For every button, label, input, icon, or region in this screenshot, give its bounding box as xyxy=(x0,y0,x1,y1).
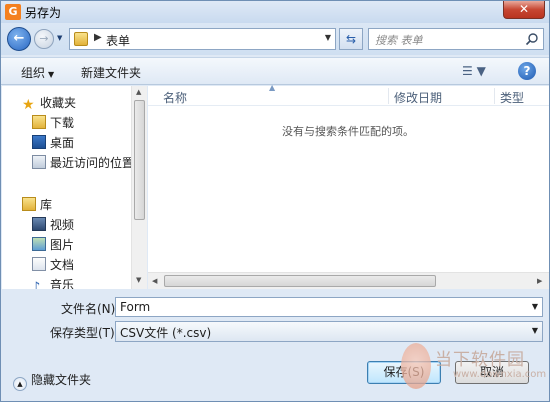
breadcrumb-current[interactable]: 表单 xyxy=(106,32,130,49)
address-bar[interactable]: ▶ 表单 ▼ xyxy=(69,28,336,50)
sidebar-item-music[interactable]: ♪ 音乐 xyxy=(32,276,74,289)
sort-ascending-icon: ▲ xyxy=(269,83,276,92)
hide-folders-toggle[interactable]: ▲ 隐藏文件夹 xyxy=(13,371,91,391)
sidebar-item-label: 最近访问的位置 xyxy=(50,156,135,170)
breadcrumb-chevron-icon[interactable]: ▶ xyxy=(94,32,102,43)
sidebar-item-videos[interactable]: 视频 xyxy=(32,216,74,234)
filename-field[interactable]: Form ▼ xyxy=(115,297,543,317)
folder-icon xyxy=(74,32,88,46)
sidebar-item-libraries[interactable]: 库 xyxy=(22,196,52,214)
collapse-chevron-icon: ▲ xyxy=(13,377,27,391)
sidebar-item-recent-places[interactable]: 最近访问的位置 xyxy=(32,154,134,172)
documents-library-icon xyxy=(32,257,46,271)
scroll-up-arrow-icon[interactable]: ▲ xyxy=(136,88,141,96)
horizontal-scrollbar[interactable]: ◀ ▶ xyxy=(148,272,549,289)
sidebar-item-label: 桌面 xyxy=(50,136,75,150)
address-dropdown-chevron-icon[interactable]: ▼ xyxy=(325,33,331,42)
command-toolbar: 组织 ▼ 新建文件夹 ☰ ▼ ? xyxy=(1,57,549,85)
filetype-label: 保存类型(T): xyxy=(50,326,119,340)
save-button[interactable]: 保存(S) xyxy=(367,361,441,384)
column-divider[interactable] xyxy=(494,88,495,104)
favorites-star-icon: ★ xyxy=(22,97,35,113)
help-icon[interactable]: ? xyxy=(518,62,536,80)
title-bar: G 另存为 ✕ xyxy=(1,1,549,23)
save-as-dialog: G 另存为 ✕ ← → ▼ ▶ 表单 ▼ ⇆ 搜索 表单 组织 ▼ 新建文件夹 ☰… xyxy=(0,0,550,402)
libraries-folder-icon xyxy=(22,197,36,211)
sidebar-item-favorites[interactable]: ★ 收藏夹 xyxy=(22,94,76,112)
sidebar-favorites-label: 收藏夹 xyxy=(40,96,77,110)
filename-history-chevron-icon[interactable]: ▼ xyxy=(532,302,538,311)
empty-results-message: 没有与搜索条件匹配的项。 xyxy=(282,125,414,138)
pictures-library-icon xyxy=(32,237,46,251)
scrollbar-thumb[interactable] xyxy=(164,275,436,287)
sidebar-item-label: 视频 xyxy=(50,218,75,232)
search-placeholder: 搜索 表单 xyxy=(375,34,423,47)
filetype-value: CSV文件 (*.csv) xyxy=(120,326,212,340)
view-options-icon[interactable]: ☰ ▼ xyxy=(462,64,486,78)
organize-menu-button[interactable]: 组织 ▼ xyxy=(21,64,54,81)
new-folder-button[interactable]: 新建文件夹 xyxy=(81,64,141,81)
sidebar-item-downloads[interactable]: 下载 xyxy=(32,114,74,132)
forward-arrow-icon[interactable]: → xyxy=(34,29,54,49)
filename-label: 文件名(N): xyxy=(61,302,120,316)
window-title: 另存为 xyxy=(25,6,62,20)
cancel-button[interactable]: 取消 xyxy=(455,361,529,384)
column-header-date-modified[interactable]: 修改日期 xyxy=(394,89,442,106)
sidebar-item-label: 下载 xyxy=(50,116,75,130)
chevron-down-icon: ▼ xyxy=(48,70,55,79)
file-list-pane: ▲ 名称 修改日期 类型 没有与搜索条件匹配的项。 ◀ ▶ xyxy=(148,83,549,289)
sidebar-libraries-label: 库 xyxy=(40,198,53,212)
navigation-pane-scrollbar[interactable]: ▲ ▼ xyxy=(131,86,147,289)
refresh-icon[interactable]: ⇆ xyxy=(339,28,363,50)
navigation-pane: ★ 收藏夹 下载 桌面 最近访问的位置 库 视频 图片 文档 ♪ 音乐 xyxy=(2,86,147,289)
column-header-row: ▲ 名称 修改日期 类型 xyxy=(148,83,549,106)
filetype-select[interactable]: CSV文件 (*.csv) ▼ xyxy=(115,321,543,342)
sidebar-item-desktop[interactable]: 桌面 xyxy=(32,134,74,152)
scroll-right-arrow-icon[interactable]: ▶ xyxy=(537,277,542,285)
scroll-down-arrow-icon[interactable]: ▼ xyxy=(136,276,141,284)
scroll-left-arrow-icon[interactable]: ◀ xyxy=(152,277,157,285)
sidebar-item-label: 文档 xyxy=(50,258,75,272)
search-icon[interactable] xyxy=(525,32,539,46)
download-folder-icon xyxy=(32,115,46,129)
scrollbar-thumb[interactable] xyxy=(134,100,145,220)
desktop-icon xyxy=(32,135,46,149)
sidebar-item-label: 图片 xyxy=(50,238,75,252)
filename-value: Form xyxy=(120,300,151,314)
chevron-down-icon[interactable]: ▼ xyxy=(532,326,538,335)
music-library-icon: ♪ xyxy=(32,280,41,290)
close-button[interactable]: ✕ xyxy=(503,1,545,19)
recent-places-icon xyxy=(32,155,46,169)
navigation-bar: ← → ▼ ▶ 表单 ▼ ⇆ 搜索 表单 xyxy=(1,23,549,55)
column-header-type[interactable]: 类型 xyxy=(500,89,524,106)
sidebar-item-pictures[interactable]: 图片 xyxy=(32,236,74,254)
search-input[interactable]: 搜索 表单 xyxy=(368,28,544,50)
back-arrow-icon[interactable]: ← xyxy=(7,27,31,51)
sidebar-item-documents[interactable]: 文档 xyxy=(32,256,74,274)
organize-label: 组织 xyxy=(21,66,46,80)
column-divider[interactable] xyxy=(388,88,389,104)
app-logo-icon: G xyxy=(5,4,21,20)
save-form: 文件名(N): Form ▼ 保存类型(T): CSV文件 (*.csv) ▼ … xyxy=(1,289,549,401)
column-header-name[interactable]: 名称 xyxy=(163,89,187,106)
hide-folders-label: 隐藏文件夹 xyxy=(31,373,92,387)
sidebar-item-label: 音乐 xyxy=(50,278,75,289)
recent-pages-chevron-icon[interactable]: ▼ xyxy=(57,34,65,42)
video-library-icon xyxy=(32,217,46,231)
